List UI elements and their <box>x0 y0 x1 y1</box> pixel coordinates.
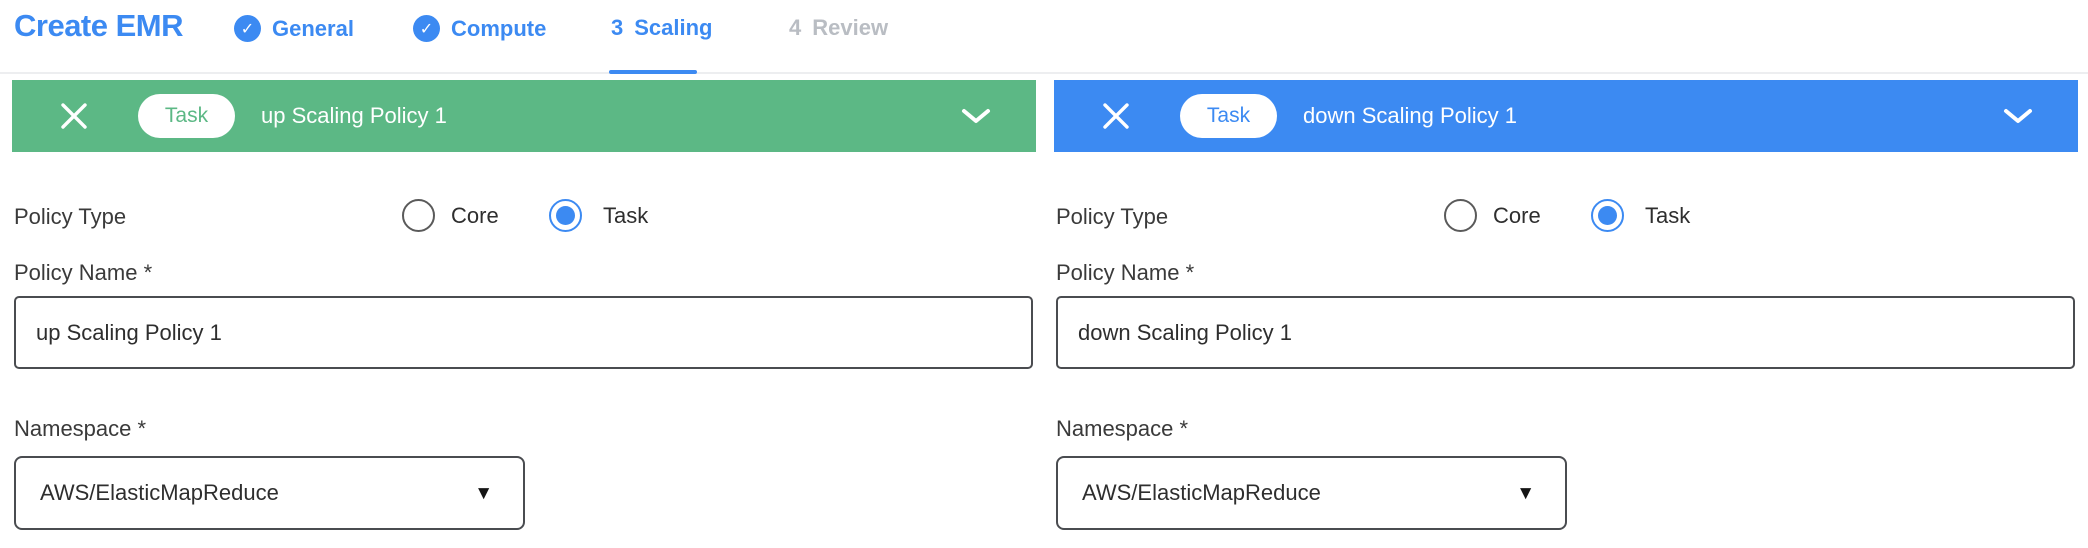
step-scaling[interactable]: 3 Scaling <box>611 15 713 41</box>
scaling-policy-card-up: Task up Scaling Policy 1 Policy Type Cor… <box>12 80 1036 540</box>
step-general[interactable]: ✓ General <box>234 15 354 42</box>
namespace-label: Namespace * <box>1056 416 1188 442</box>
wizard-header: Create EMR ✓ General ✓ Compute 3 Scaling… <box>0 0 2088 74</box>
policy-name-input[interactable] <box>1056 296 2075 369</box>
policy-name-input[interactable] <box>14 296 1033 369</box>
policy-card-title: up Scaling Policy 1 <box>261 103 960 129</box>
step-label: Review <box>812 15 888 41</box>
namespace-label: Namespace * <box>14 416 146 442</box>
policy-card-header[interactable]: Task up Scaling Policy 1 <box>12 80 1036 152</box>
chevron-down-icon[interactable] <box>960 107 992 125</box>
page-title: Create EMR <box>14 8 183 44</box>
close-icon[interactable] <box>1100 100 1132 132</box>
radio-core[interactable] <box>402 199 435 232</box>
policy-type-badge: Task <box>138 94 235 138</box>
step-label: Scaling <box>634 15 712 41</box>
radio-core[interactable] <box>1444 199 1477 232</box>
step-number: 4 <box>789 15 801 41</box>
step-label: Compute <box>451 16 546 42</box>
policy-type-label: Policy Type <box>14 204 126 230</box>
namespace-selected-value: AWS/ElasticMapReduce <box>40 480 279 506</box>
radio-task[interactable] <box>1591 199 1624 232</box>
chevron-down-icon[interactable] <box>2002 107 2034 125</box>
close-icon[interactable] <box>58 100 90 132</box>
policy-card-header[interactable]: Task down Scaling Policy 1 <box>1054 80 2078 152</box>
radio-task-label: Task <box>1645 203 1690 229</box>
dropdown-arrow-icon: ▼ <box>474 484 493 503</box>
active-tab-underline <box>609 70 697 74</box>
namespace-selected-value: AWS/ElasticMapReduce <box>1082 480 1321 506</box>
check-icon: ✓ <box>234 15 261 42</box>
policy-type-badge: Task <box>1180 94 1277 138</box>
policy-type-label: Policy Type <box>1056 204 1168 230</box>
namespace-select[interactable]: AWS/ElasticMapReduce ▼ <box>14 456 525 530</box>
step-review[interactable]: 4 Review <box>789 15 888 41</box>
policy-name-label: Policy Name * <box>1056 260 1194 286</box>
step-number: 3 <box>611 15 623 41</box>
create-emr-page: Create EMR ✓ General ✓ Compute 3 Scaling… <box>0 0 2088 548</box>
radio-task-label: Task <box>603 203 648 229</box>
radio-core-label: Core <box>1493 203 1541 229</box>
check-icon: ✓ <box>413 15 440 42</box>
step-label: General <box>272 16 354 42</box>
namespace-select[interactable]: AWS/ElasticMapReduce ▼ <box>1056 456 1567 530</box>
policy-name-label: Policy Name * <box>14 260 152 286</box>
step-compute[interactable]: ✓ Compute <box>413 15 546 42</box>
dropdown-arrow-icon: ▼ <box>1516 484 1535 503</box>
radio-dot <box>556 206 575 225</box>
policy-card-title: down Scaling Policy 1 <box>1303 103 2002 129</box>
scaling-policy-card-down: Task down Scaling Policy 1 Policy Type C… <box>1054 80 2078 540</box>
radio-dot <box>1598 206 1617 225</box>
radio-task[interactable] <box>549 199 582 232</box>
radio-core-label: Core <box>451 203 499 229</box>
